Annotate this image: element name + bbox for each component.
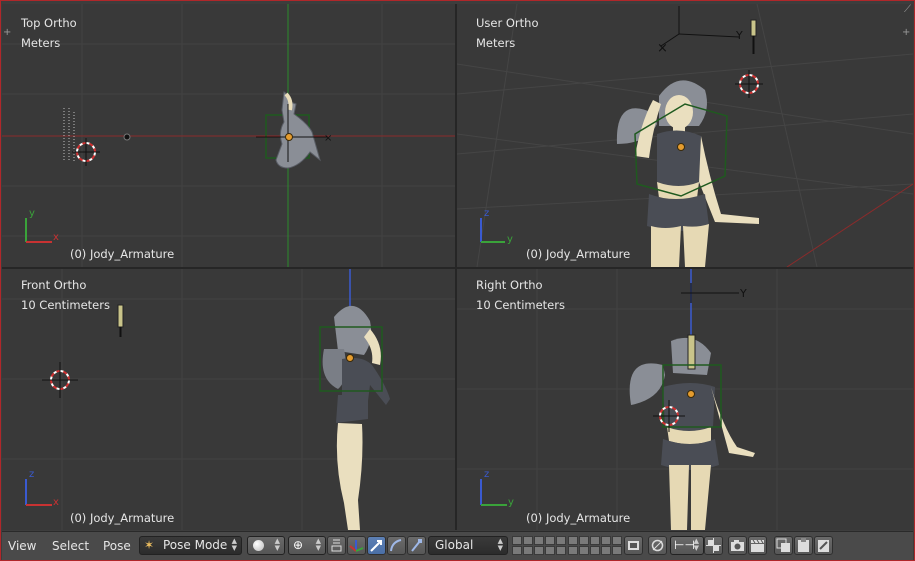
paste-flipped-icon[interactable] — [814, 536, 833, 555]
orientation-label: Global — [435, 538, 474, 552]
object-mode-icon: ✶ — [144, 538, 155, 552]
3d-view-header: View Select Pose ✶ Pose Mode ▲ ▼ ▲ ▼ ⊕ ▲ ▼ … — [2, 531, 913, 560]
transform-orientation-icon[interactable] — [407, 536, 426, 555]
viewport-label: Right Ortho 10 Centimeters — [476, 275, 565, 315]
axis-label-z: z — [29, 469, 34, 480]
render-icon[interactable] — [624, 536, 643, 555]
copy-pose-icon[interactable] — [774, 536, 793, 555]
grid-scale: Meters — [476, 36, 516, 50]
updown-icon: ▲ ▼ — [315, 537, 321, 552]
layers-group-1[interactable] — [512, 536, 566, 555]
character-model — [629, 334, 755, 530]
toolshelf-toggle-icon[interactable]: + — [3, 27, 11, 38]
svg-text:×: × — [657, 41, 668, 56]
svg-text:×: × — [324, 133, 332, 144]
3d-cursor-icon — [72, 138, 100, 166]
gizmo-y-label: Y — [739, 287, 747, 300]
active-object-label: (0) Jody_Armature — [526, 247, 631, 261]
rotate-icon[interactable] — [367, 536, 386, 555]
axis-label-y: y — [508, 497, 514, 508]
layers-group-2[interactable] — [568, 536, 622, 555]
updown-icon: ▲ ▼ — [693, 537, 699, 552]
paste-pose-icon[interactable] — [794, 536, 813, 555]
character-model — [319, 305, 390, 530]
view-name: Top Ortho — [21, 16, 77, 30]
view-name: Front Ortho — [21, 278, 87, 292]
pivot-point-dropdown[interactable]: ⊕ ▲ ▼ — [288, 536, 326, 555]
snap-element-dropdown[interactable]: ⊢⊣ ▲ ▼ — [670, 536, 704, 555]
proportional-icon[interactable] — [648, 536, 667, 555]
shading-solid-icon — [253, 540, 264, 551]
axis-label-y: y — [507, 234, 513, 245]
manipulator-icon[interactable] — [327, 536, 346, 555]
mode-dropdown[interactable]: ✶ Pose Mode ▲ ▼ — [139, 536, 242, 555]
updown-icon: ▲ ▼ — [497, 537, 503, 552]
viewport-front-ortho[interactable]: z x Front Ortho 10 Centimeters (0) Jody_… — [2, 269, 455, 530]
properties-toggle-icon[interactable]: + — [902, 27, 910, 38]
scale-icon[interactable] — [387, 536, 406, 555]
viewport-top-ortho[interactable]: × y x Top Ortho Meters (0) Jody_Armature — [2, 4, 455, 267]
clapper-icon[interactable] — [748, 536, 767, 555]
3d-cursor-icon — [735, 70, 763, 98]
snap-target-icon[interactable] — [704, 536, 723, 555]
character-top-view: × — [256, 91, 332, 169]
lamp-icon — [117, 304, 124, 337]
updown-icon: ▲ ▼ — [274, 537, 280, 552]
menu-select[interactable]: Select — [52, 539, 89, 553]
updown-icon: ▲ ▼ — [231, 537, 237, 552]
axis-label-y: y — [29, 208, 35, 219]
grid-scale: 10 Centimeters — [21, 298, 110, 312]
active-object-label: (0) Jody_Armature — [70, 511, 175, 525]
translate-icon[interactable] — [347, 536, 366, 555]
viewport-user-ortho[interactable]: Y × z y User Ortho Meters (0) Jody_Armat… — [457, 4, 913, 267]
pivot-icon: ⊕ — [293, 538, 304, 552]
lamp-icon — [750, 19, 757, 54]
axis-label-x: x — [53, 232, 59, 243]
grid-scale: 10 Centimeters — [476, 298, 565, 312]
axis-label-x: x — [53, 497, 59, 508]
view-name: User Ortho — [476, 16, 539, 30]
3d-cursor-icon — [42, 362, 78, 398]
orientation-dropdown[interactable]: Global ▲ ▼ — [428, 536, 508, 555]
view-name: Right Ortho — [476, 278, 543, 292]
active-object-label: (0) Jody_Armature — [526, 511, 631, 525]
viewport-label: Top Ortho Meters — [21, 13, 77, 53]
menu-pose[interactable]: Pose — [103, 539, 131, 553]
viewport-divider-horizontal[interactable] — [2, 267, 913, 269]
viewport-shading-dropdown[interactable]: ▲ ▼ — [247, 536, 285, 555]
viewport-right-ortho[interactable]: Y z y Right Ortho 10 Centimeters (0) Jod… — [457, 269, 913, 530]
lamp-icon — [687, 334, 696, 370]
gizmo-y-label: Y — [735, 29, 743, 42]
menu-view[interactable]: View — [8, 539, 36, 553]
mode-label: Pose Mode — [163, 538, 228, 552]
character-model — [616, 80, 759, 267]
axis-label-z: z — [484, 208, 489, 219]
axis-label-z: z — [484, 469, 489, 480]
active-object-label: (0) Jody_Armature — [70, 247, 175, 261]
viewport-split-handle-icon[interactable]: ⟋ — [904, 4, 911, 15]
viewport-label: User Ortho Meters — [476, 13, 538, 53]
grid-scale: Meters — [21, 36, 61, 50]
viewport-label: Front Ortho 10 Centimeters — [21, 275, 110, 315]
snap-icon: ⊢⊣ — [674, 538, 695, 552]
camera-icon[interactable] — [728, 536, 747, 555]
